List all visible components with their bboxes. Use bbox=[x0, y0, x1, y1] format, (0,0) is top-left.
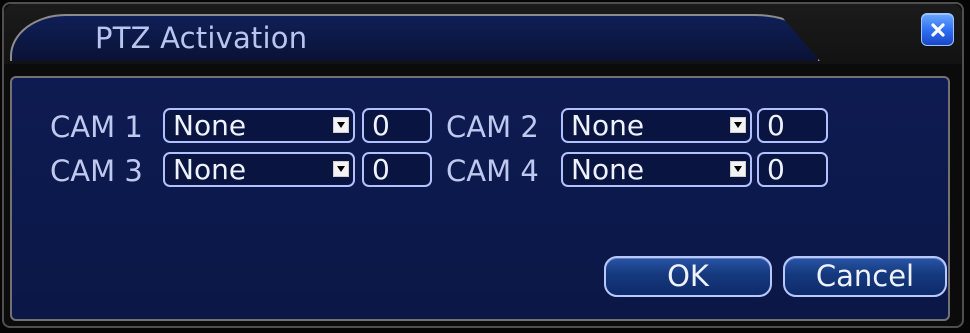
cam-3-label: CAM 3 bbox=[50, 154, 143, 188]
cam-2-mode-value: None bbox=[571, 109, 645, 142]
cam-2-number-value: 0 bbox=[767, 109, 785, 142]
chevron-down-icon bbox=[337, 122, 345, 128]
cam-1-dropdown-arrow-box bbox=[333, 117, 349, 133]
cam-3-number-value: 0 bbox=[372, 153, 390, 186]
cam-4-mode-value: None bbox=[571, 153, 645, 186]
cam-2-label: CAM 2 bbox=[446, 110, 539, 144]
cam-3-dropdown-arrow-box bbox=[333, 161, 349, 177]
cam-3-number-field[interactable]: 0 bbox=[362, 152, 432, 187]
cam-1-number-field[interactable]: 0 bbox=[362, 108, 432, 143]
ptz-activation-dialog: PTZ Activation CAM 1 None 0 CAM 2 None 0… bbox=[0, 0, 970, 333]
cam-1-mode-select[interactable]: None bbox=[163, 108, 355, 143]
cam-2-dropdown-arrow-box bbox=[730, 117, 746, 133]
close-icon bbox=[930, 22, 945, 37]
chevron-down-icon bbox=[734, 166, 742, 172]
dialog-title: PTZ Activation bbox=[95, 21, 308, 55]
cam-2-mode-select[interactable]: None bbox=[561, 108, 752, 143]
cam-1-number-value: 0 bbox=[372, 109, 390, 142]
ok-button[interactable]: OK bbox=[604, 256, 772, 297]
cam-row-1: CAM 1 None 0 CAM 2 None 0 bbox=[12, 108, 948, 152]
chevron-down-icon bbox=[734, 122, 742, 128]
cam-3-mode-value: None bbox=[173, 153, 247, 186]
cam-4-label: CAM 4 bbox=[446, 154, 539, 188]
cam-2-number-field[interactable]: 0 bbox=[757, 108, 828, 143]
cam-4-number-value: 0 bbox=[767, 153, 785, 186]
cam-4-number-field[interactable]: 0 bbox=[757, 152, 828, 187]
cam-1-mode-value: None bbox=[173, 109, 247, 142]
cam-4-mode-select[interactable]: None bbox=[561, 152, 752, 187]
cam-3-mode-select[interactable]: None bbox=[163, 152, 355, 187]
cancel-button[interactable]: Cancel bbox=[783, 256, 947, 297]
chevron-down-icon bbox=[337, 166, 345, 172]
cam-4-dropdown-arrow-box bbox=[730, 161, 746, 177]
close-button[interactable] bbox=[921, 13, 954, 46]
cam-row-2: CAM 3 None 0 CAM 4 None 0 bbox=[12, 152, 948, 196]
settings-panel: CAM 1 None 0 CAM 2 None 0 CAM 3 None 0 C… bbox=[10, 76, 950, 321]
cam-1-label: CAM 1 bbox=[50, 110, 143, 144]
